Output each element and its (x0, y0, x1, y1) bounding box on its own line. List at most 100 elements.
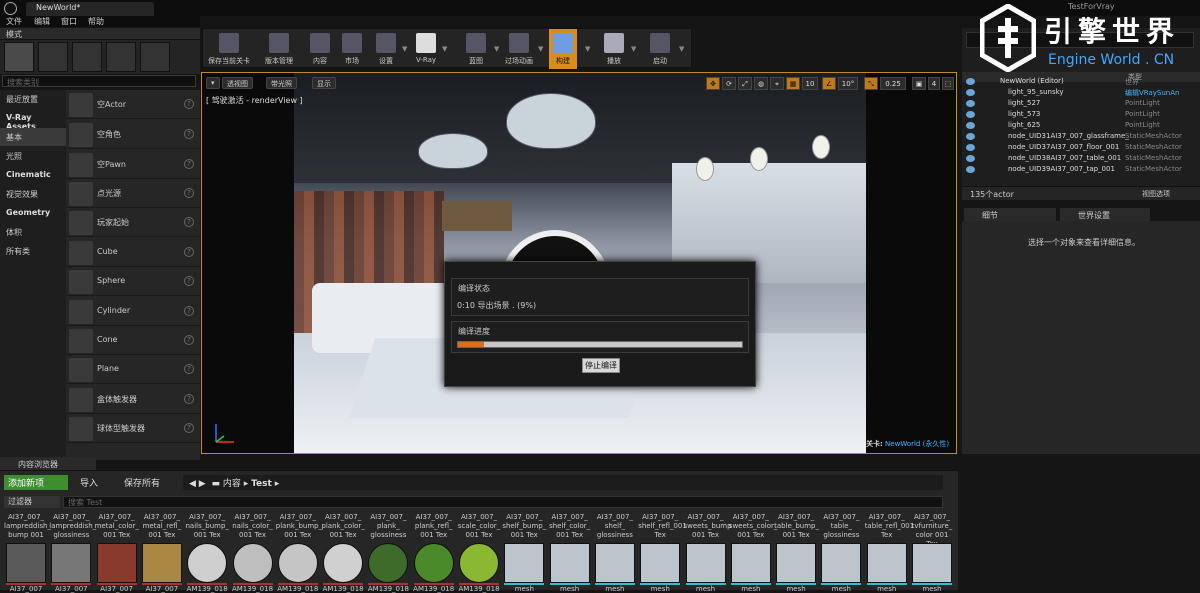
blueprints-button[interactable]: 蓝图 (459, 29, 493, 69)
table-row[interactable]: light_625 PointLight (962, 120, 1200, 131)
menu-edit[interactable]: 编辑 (34, 16, 50, 27)
help-icon[interactable]: ? (184, 247, 194, 257)
asset-tile[interactable]: AI37_007_ metal_color_ 001 Tex AI37_007 (95, 513, 139, 593)
eye-icon[interactable] (966, 89, 975, 96)
tab-details[interactable]: 细节 (964, 208, 1056, 221)
list-item[interactable]: Cone? (66, 326, 200, 355)
scale-tool-icon[interactable]: ⤢ (738, 77, 752, 90)
asset-tile[interactable]: AI37_007_ sweets_bump 001 Tex mesh (684, 513, 732, 593)
help-icon[interactable]: ? (184, 394, 194, 404)
grid-size[interactable]: 10 (802, 77, 818, 90)
save-level-button[interactable]: 保存当前关卡 (205, 29, 253, 69)
help-icon[interactable]: ? (184, 306, 194, 316)
view-options-button[interactable]: 视图选项 (1142, 189, 1170, 199)
list-item[interactable]: Plane? (66, 355, 200, 384)
list-item[interactable]: 空Actor? (66, 90, 200, 119)
category-cinematic[interactable]: Cinematic (0, 166, 66, 184)
table-row[interactable]: light_95_sunsky 编辑VRaySunAn (962, 87, 1200, 98)
vray-button[interactable]: V-Ray (411, 29, 441, 69)
table-row[interactable]: node_UID31AI37_007_glassframe_ StaticMesh… (962, 131, 1200, 142)
scale-snap-icon[interactable]: ⤡ (864, 77, 878, 90)
eye-icon[interactable] (966, 155, 975, 162)
marketplace-button[interactable]: 市场 (339, 29, 365, 69)
modes-tab[interactable]: 模式 (0, 28, 200, 40)
import-button[interactable]: 导入 (76, 475, 102, 490)
play-button[interactable]: 播放 (599, 29, 629, 69)
table-row[interactable]: light_527 PointLight (962, 98, 1200, 109)
lit-button[interactable]: 带光照 (266, 77, 297, 89)
filter-button[interactable]: 过滤器 (4, 496, 60, 508)
tab-world-settings[interactable]: 世界设置 (1060, 208, 1150, 221)
asset-tile[interactable]: AI37_007_ shelf_refl_001 Tex mesh (638, 513, 687, 593)
save-all-button[interactable]: 保存所有 (120, 475, 164, 490)
source-control-button[interactable]: 版本管理 (257, 29, 301, 69)
category-visual-effects[interactable]: 视觉效果 (0, 185, 66, 203)
breadcrumb-content[interactable]: 内容 (223, 479, 241, 489)
build-button[interactable]: 构建 (549, 29, 577, 69)
help-icon[interactable]: ? (184, 129, 194, 139)
help-icon[interactable]: ? (184, 159, 194, 169)
category-vray-assets[interactable]: V-Ray Assets (0, 109, 66, 131)
list-item[interactable]: Cube? (66, 238, 200, 267)
asset-tile[interactable]: AI37_007_ plank_bump_ 001 Tex AM139_018 (276, 513, 322, 593)
rotate-tool-icon[interactable]: ⟳ (722, 77, 736, 90)
help-icon[interactable]: ? (184, 335, 194, 345)
asset-tile[interactable]: AI37_007_ shelf_bump_ 001 Tex mesh (502, 513, 546, 593)
eye-icon[interactable] (966, 100, 975, 107)
nav-back-icon[interactable]: ◀ (189, 479, 196, 489)
table-row[interactable]: node_UID38AI37_007_table_001 StaticMeshAc… (962, 153, 1200, 164)
foliage-mode-icon[interactable] (106, 42, 136, 72)
table-row[interactable]: light_573 PointLight (962, 109, 1200, 120)
asset-tile[interactable]: AI37_007_ table_ glossiness mesh (819, 513, 863, 593)
chevron-down-icon[interactable]: ▼ (494, 45, 499, 53)
asset-tile[interactable]: AI37_007_ nails_color_ 001 Tex AM139_018 (231, 513, 275, 593)
asset-tile[interactable]: AI37_007_ table_bump_ 001 Tex mesh (774, 513, 819, 593)
scale-snap-value[interactable]: 0.25 (880, 77, 906, 90)
menu-help[interactable]: 帮助 (88, 16, 104, 27)
asset-tile[interactable]: AI37_007_ plank_ glossiness AM139_018 (366, 513, 410, 593)
table-row[interactable]: node_UID39AI37_007_tap_001 StaticMeshActo… (962, 164, 1200, 175)
settings-button[interactable]: 设置 (371, 29, 401, 69)
category-all-classes[interactable]: 所有类 (0, 242, 66, 260)
eye-icon[interactable] (966, 166, 975, 173)
viewport-options-button[interactable]: ▾ (206, 77, 220, 89)
eye-icon[interactable] (966, 122, 975, 129)
chevron-down-icon[interactable]: ▼ (631, 45, 636, 53)
category-lights[interactable]: 光照 (0, 147, 66, 165)
maximize-viewport-icon[interactable]: ⬚ (942, 77, 954, 90)
content-button[interactable]: 内容 (307, 29, 333, 69)
eye-icon[interactable] (966, 133, 975, 140)
menu-file[interactable]: 文件 (6, 16, 22, 27)
help-icon[interactable]: ? (184, 276, 194, 286)
breadcrumb-test[interactable]: Test (251, 479, 272, 489)
camera-speed-value[interactable]: 4 (928, 77, 940, 90)
help-icon[interactable]: ? (184, 364, 194, 374)
asset-tile[interactable]: AI37_007_ sweets_color_ 001 Tex mesh (729, 513, 778, 593)
category-geometry[interactable]: Geometry (0, 204, 66, 222)
eye-icon[interactable] (966, 78, 975, 85)
list-item[interactable]: 玩家起始? (66, 208, 200, 237)
paint-mode-icon[interactable] (38, 42, 68, 72)
asset-tile[interactable]: AI37_007_ metal_refl_ 001 Tex AI37_007 (140, 513, 184, 593)
asset-tile[interactable]: AI37_007_ tvfurniture_ color 001 Texmesh (910, 513, 954, 593)
show-button[interactable]: 显示 (312, 77, 336, 89)
help-icon[interactable]: ? (184, 217, 194, 227)
list-item[interactable]: 空角色? (66, 120, 200, 149)
level-tab[interactable]: NewWorld* (26, 2, 154, 16)
asset-search-input[interactable]: 搜索 Test (63, 496, 943, 508)
chevron-down-icon[interactable]: ▼ (442, 45, 447, 53)
table-row[interactable]: node_UID37AI37_007_floor_001 StaticMeshAc… (962, 142, 1200, 153)
asset-tile[interactable]: AI37_007_ shelf_color_ 001 Tex mesh (548, 513, 592, 593)
help-icon[interactable]: ? (184, 99, 194, 109)
asset-tile[interactable]: AI37_007_ table_refl_001 Tex mesh (865, 513, 915, 593)
category-volumes[interactable]: 体积 (0, 223, 66, 241)
rotation-snap-value[interactable]: 10° (838, 77, 858, 90)
menu-window[interactable]: 窗口 (61, 16, 77, 27)
chevron-down-icon[interactable]: ▼ (538, 45, 543, 53)
asset-tile[interactable]: AI37_007_ nails_bump_ 001 Tex AM139_018 (185, 513, 229, 593)
class-search-input[interactable]: 搜索类别 (2, 75, 196, 87)
surface-snap-icon[interactable]: ⌖ (770, 77, 784, 90)
add-new-button[interactable]: 添加新项 (4, 475, 68, 490)
launch-button[interactable]: 启动 (645, 29, 675, 69)
asset-tile[interactable]: AI37_007_ plank_color_ 001 Tex AM139_018 (321, 513, 365, 593)
